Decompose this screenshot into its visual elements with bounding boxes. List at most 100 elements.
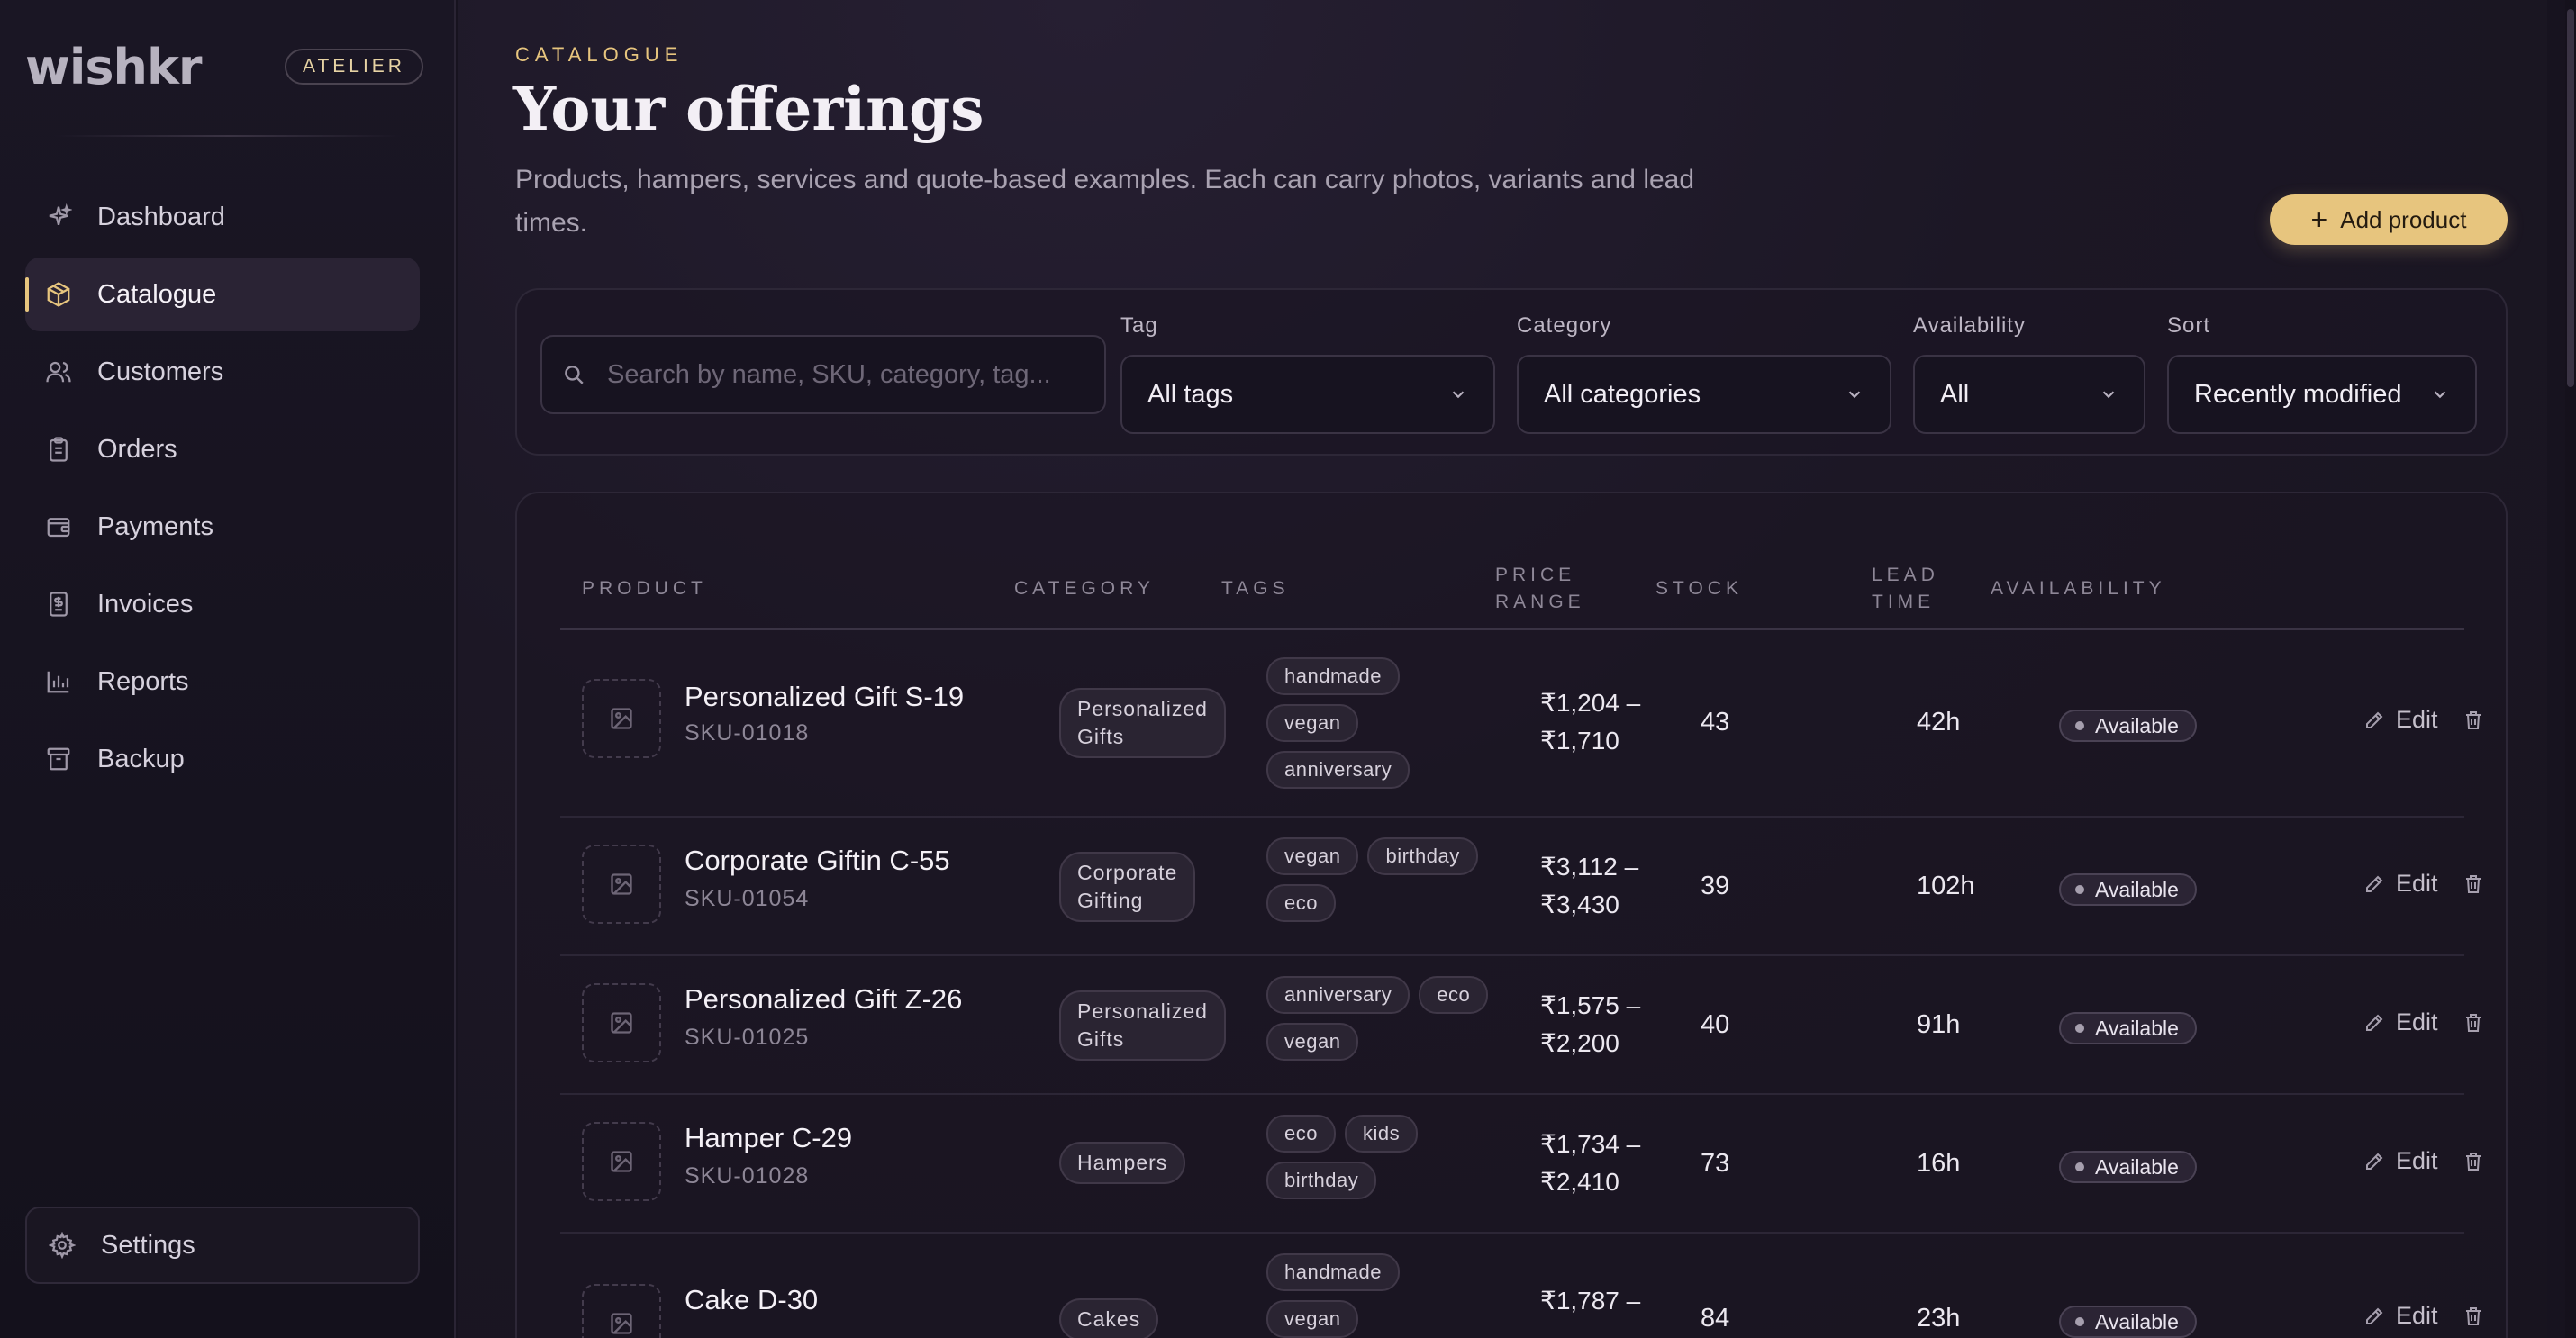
category-pill: Cakes xyxy=(1059,1298,1159,1338)
pencil-icon xyxy=(2366,1014,2383,1031)
sidebar-item-reports[interactable]: Reports xyxy=(25,645,420,719)
availability-filter-label: Availability xyxy=(1913,313,2026,338)
edit-button[interactable]: Edit xyxy=(2363,1302,2438,1330)
chevron-down-icon xyxy=(1848,391,1861,399)
scrollbar-thumb[interactable] xyxy=(2567,9,2574,387)
category-pill: Personalized Gifts xyxy=(1059,990,1226,1061)
sort-filter: Sort Recently modified xyxy=(2167,313,2477,434)
category-line: Gifts xyxy=(1077,1027,1125,1051)
price-min: ₹1,575 – xyxy=(1540,991,1641,1019)
table-row[interactable]: Personalized Gift Z-26 SKU-01025 Persona… xyxy=(560,956,2481,1095)
product-name[interactable]: Personalized Gift S-19 xyxy=(685,681,964,713)
atelier-badge: ATELIER xyxy=(285,49,423,85)
tag-pill: vegan xyxy=(1266,837,1359,875)
product-sku: SKU-01025 xyxy=(685,1025,810,1050)
stock-value: 43 xyxy=(1701,708,1730,737)
sidebar-item-label: Customers xyxy=(97,357,224,386)
delete-button[interactable] xyxy=(2463,710,2484,736)
image-placeholder-icon xyxy=(611,1012,632,1034)
product-name[interactable]: Cake D-30 xyxy=(685,1284,818,1316)
lead-time-value: 23h xyxy=(1917,1304,1961,1333)
category-line: Hampers xyxy=(1077,1151,1168,1174)
sidebar-item-invoices[interactable]: Invoices xyxy=(25,567,420,641)
page-scrollbar[interactable] xyxy=(2565,0,2576,1338)
sidebar-item-payments[interactable]: Payments xyxy=(25,490,420,564)
product-name[interactable]: Corporate Giftin C-55 xyxy=(685,845,950,877)
tag-list: handmade vegan anniversary xyxy=(1266,657,1447,789)
tag-select[interactable]: All tags xyxy=(1120,355,1495,434)
chevron-down-icon xyxy=(2434,391,2446,399)
gear-icon xyxy=(49,1232,76,1259)
availability-label: Available xyxy=(2095,1309,2179,1333)
edit-button[interactable]: Edit xyxy=(2363,1008,2438,1036)
lead-time-value: 16h xyxy=(1917,1149,1961,1178)
delete-button[interactable] xyxy=(2463,1151,2484,1177)
availability-badge: Available xyxy=(2059,1012,2197,1044)
search-box[interactable] xyxy=(540,335,1106,414)
sidebar-item-label: Invoices xyxy=(97,589,194,619)
product-thumbnail[interactable] xyxy=(582,1284,661,1338)
product-thumbnail[interactable] xyxy=(582,983,661,1062)
category-line: Cakes xyxy=(1077,1307,1141,1331)
table-row[interactable]: Corporate Giftin C-55 SKU-01054 Corporat… xyxy=(560,818,2481,956)
search-input[interactable] xyxy=(607,359,1093,390)
price-max: ₹2,410 xyxy=(1540,1168,1619,1196)
lead-time-value: 102h xyxy=(1917,872,1975,900)
sidebar-item-orders[interactable]: Orders xyxy=(25,412,420,486)
sidebar-item-catalogue[interactable]: Catalogue xyxy=(25,258,420,331)
tag-pill: anniversary xyxy=(1266,976,1410,1014)
edit-button[interactable]: Edit xyxy=(2363,870,2438,898)
price-range: ₹1,787 – xyxy=(1540,1282,1640,1320)
delete-button[interactable] xyxy=(2463,873,2484,900)
archive-icon xyxy=(45,746,72,773)
image-placeholder-icon xyxy=(611,708,632,729)
delete-button[interactable] xyxy=(2463,1012,2484,1038)
users-icon xyxy=(45,358,72,385)
image-placeholder-icon xyxy=(611,1151,632,1172)
availability-label: Available xyxy=(2095,713,2179,737)
availability-label: Available xyxy=(2095,1016,2179,1040)
sort-select[interactable]: Recently modified xyxy=(2167,355,2477,434)
add-product-button[interactable]: + Add product xyxy=(2270,194,2508,245)
column-header-tags: TAGS xyxy=(1221,578,1290,599)
tag-list: vegan birthday eco xyxy=(1266,837,1501,922)
tag-pill: eco xyxy=(1419,976,1489,1014)
trash-icon xyxy=(2466,1153,2481,1171)
clipboard-icon xyxy=(45,436,72,463)
sidebar-item-backup[interactable]: Backup xyxy=(25,722,420,796)
availability-filter: Availability All xyxy=(1913,313,2145,434)
product-thumbnail[interactable] xyxy=(582,1122,661,1201)
category-filter: Category All categories xyxy=(1517,313,1891,434)
product-name[interactable]: Hamper C-29 xyxy=(685,1122,852,1154)
tag-pill: kids xyxy=(1344,1115,1419,1153)
edit-button[interactable]: Edit xyxy=(2363,706,2438,734)
category-select[interactable]: All categories xyxy=(1517,355,1891,434)
sidebar-item-customers[interactable]: Customers xyxy=(25,335,420,409)
tag-filter: Tag All tags xyxy=(1120,313,1495,434)
edit-button[interactable]: Edit xyxy=(2363,1147,2438,1175)
table-row[interactable]: Cake D-30 Cakes handmade vegan ₹1,787 – … xyxy=(560,1234,2481,1338)
table-row[interactable]: Personalized Gift S-19 SKU-01018 Persona… xyxy=(560,632,2481,818)
status-dot xyxy=(2075,721,2084,730)
sidebar: wishkr ATELIER Dashboard Catalogue Custo… xyxy=(0,0,456,1338)
tag-pill: vegan xyxy=(1266,1023,1359,1061)
product-name[interactable]: Personalized Gift Z-26 xyxy=(685,983,962,1016)
price-min: ₹3,112 – xyxy=(1540,853,1639,881)
tag-filter-label: Tag xyxy=(1120,313,1158,338)
product-thumbnail[interactable] xyxy=(582,845,661,924)
availability-select[interactable]: All xyxy=(1913,355,2145,434)
search-icon xyxy=(565,366,584,384)
sidebar-item-dashboard[interactable]: Dashboard xyxy=(25,180,420,254)
availability-label: Available xyxy=(2095,1154,2179,1179)
table-row[interactable]: Hamper C-29 SKU-01028 Hampers eco kids b… xyxy=(560,1095,2481,1234)
settings-button[interactable]: Settings xyxy=(25,1207,420,1284)
tag-pill: handmade xyxy=(1266,1253,1400,1291)
main-content: CATALOGUE Your offerings Products, hampe… xyxy=(458,0,2547,1338)
availability-badge: Available xyxy=(2059,710,2197,742)
delete-button[interactable] xyxy=(2463,1306,2484,1332)
wishkr-logo[interactable]: wishkr xyxy=(25,36,203,99)
column-header-stock: STOCK xyxy=(1655,578,1743,599)
column-header-product: PRODUCT xyxy=(582,578,707,599)
pencil-icon xyxy=(2366,711,2383,728)
product-thumbnail[interactable] xyxy=(582,679,661,758)
